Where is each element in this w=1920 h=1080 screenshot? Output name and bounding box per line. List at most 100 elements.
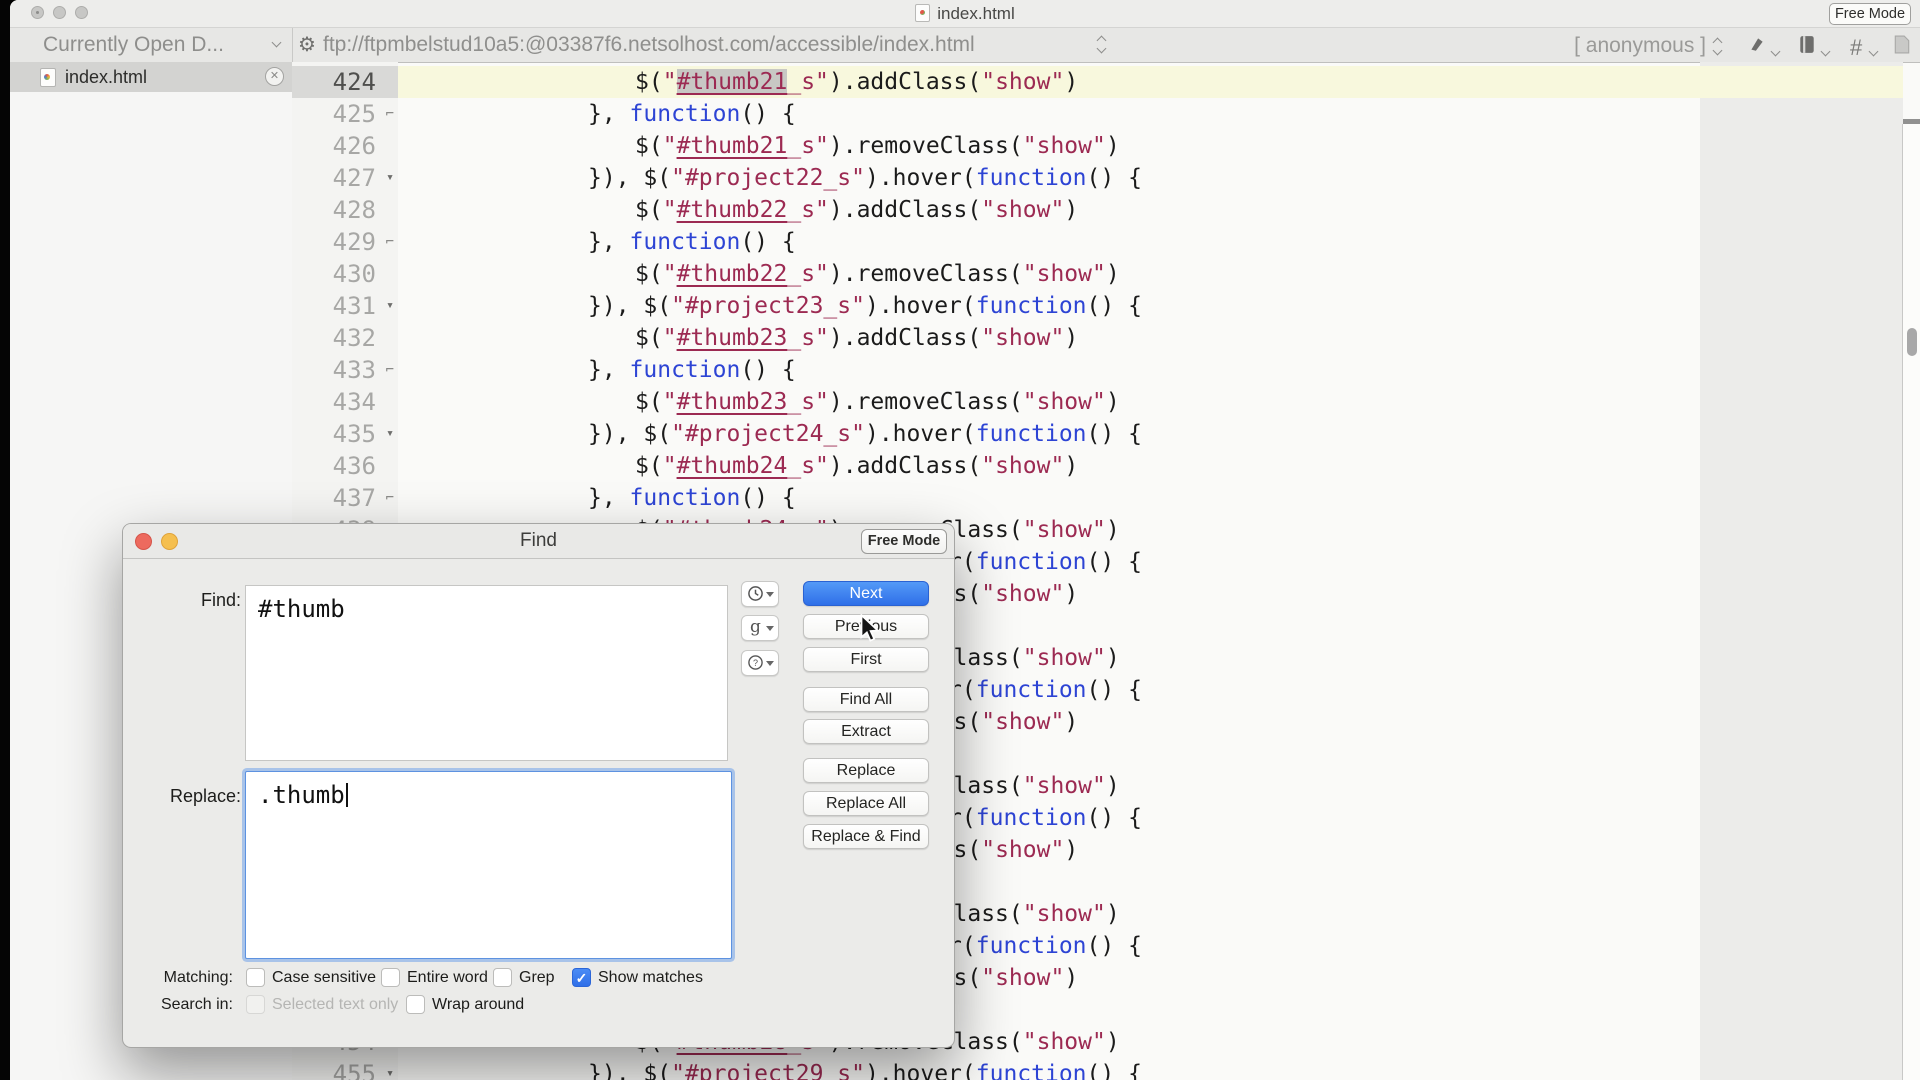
chevron-down-icon[interactable] bbox=[1822, 42, 1829, 60]
line-number: 429⌐ bbox=[292, 226, 398, 258]
wrap-around-label: Wrap around bbox=[432, 996, 524, 1014]
entire-word-label: Entire word bbox=[407, 969, 488, 987]
pages-icon[interactable] bbox=[1798, 35, 1816, 59]
code-line[interactable]: }, function() { bbox=[398, 354, 1903, 386]
mouse-cursor bbox=[856, 614, 882, 644]
fold-end-icon[interactable]: ⌐ bbox=[386, 226, 394, 258]
first-button[interactable]: First bbox=[803, 647, 929, 672]
wrap-around-checkbox[interactable] bbox=[406, 995, 425, 1014]
line-number: 424 bbox=[292, 66, 398, 98]
extract-button[interactable]: Extract bbox=[803, 719, 929, 744]
next-button[interactable]: Next bbox=[803, 581, 929, 606]
line-number: 428 bbox=[292, 194, 398, 226]
line-number: 432 bbox=[292, 322, 398, 354]
path-popup-icon[interactable] bbox=[1098, 36, 1110, 53]
sidebar-header-label: Currently Open D... bbox=[43, 33, 224, 57]
search-history-button[interactable] bbox=[741, 581, 779, 607]
chevron-down-icon[interactable] bbox=[1772, 42, 1779, 60]
fold-end-icon[interactable]: ⌐ bbox=[386, 482, 394, 514]
account-popup-icon[interactable] bbox=[1714, 37, 1721, 56]
selected-text-only-label: Selected text only bbox=[272, 996, 398, 1014]
free-mode-badge[interactable]: Free Mode bbox=[861, 529, 947, 554]
grep-label: Grep bbox=[519, 969, 555, 987]
text-caret bbox=[346, 783, 348, 807]
line-number: 434 bbox=[292, 386, 398, 418]
fold-triangle-icon[interactable]: ▾ bbox=[386, 162, 394, 194]
fold-end-icon[interactable]: ⌐ bbox=[386, 354, 394, 386]
line-number: 427▾ bbox=[292, 162, 398, 194]
code-line[interactable]: $("#thumb23_s").removeClass("show") bbox=[398, 386, 1903, 418]
chevron-down-icon[interactable] bbox=[1870, 42, 1877, 60]
replace-button[interactable]: Replace bbox=[803, 758, 929, 783]
window-titlebar: index.html Free Mode bbox=[10, 0, 1920, 28]
matching-label: Matching: bbox=[143, 969, 233, 987]
show-matches-label: Show matches bbox=[598, 969, 703, 987]
replace-and-find-button[interactable]: Replace & Find bbox=[803, 824, 929, 849]
document-path[interactable]: ftp://ftpmbelstud10a5:@03387f6.netsolhos… bbox=[323, 33, 975, 57]
fold-end-icon[interactable]: ⌐ bbox=[386, 98, 394, 130]
line-number: 431▾ bbox=[292, 290, 398, 322]
free-mode-badge[interactable]: Free Mode bbox=[1829, 3, 1911, 25]
code-line[interactable]: }, function() { bbox=[398, 226, 1903, 258]
code-line[interactable]: }), $("#project29_s").hover(function() { bbox=[398, 1058, 1903, 1080]
toolbar: Currently Open D... ⚙ ftp://ftpmbelstud1… bbox=[10, 28, 1920, 63]
gear-icon[interactable]: ⚙ bbox=[298, 32, 316, 57]
grep-icon: g bbox=[747, 619, 764, 636]
code-line[interactable]: $("#thumb24_s").addClass("show") bbox=[398, 450, 1903, 482]
code-line[interactable]: }, function() { bbox=[398, 98, 1903, 130]
fold-triangle-icon[interactable]: ▾ bbox=[386, 1058, 394, 1080]
help-patterns-button[interactable]: ? bbox=[741, 650, 779, 676]
sidebar-header-dropdown[interactable]: Currently Open D... bbox=[10, 28, 293, 62]
code-line[interactable]: $("#thumb21_s").addClass("show") bbox=[398, 66, 1903, 98]
code-line[interactable]: }), $("#project24_s").hover(function() { bbox=[398, 418, 1903, 450]
find-all-button[interactable]: Find All bbox=[803, 687, 929, 712]
find-dialog-titlebar[interactable]: Find Free Mode bbox=[123, 524, 954, 559]
replace-all-button[interactable]: Replace All bbox=[803, 791, 929, 816]
code-line[interactable]: $("#thumb22_s").addClass("show") bbox=[398, 194, 1903, 226]
find-field-label: Find: bbox=[153, 590, 241, 611]
line-number: 435▾ bbox=[292, 418, 398, 450]
code-line[interactable]: }, function() { bbox=[398, 482, 1903, 514]
code-line[interactable]: }), $("#project23_s").hover(function() { bbox=[398, 290, 1903, 322]
code-line[interactable]: }), $("#project22_s").hover(function() { bbox=[398, 162, 1903, 194]
fold-triangle-icon[interactable]: ▾ bbox=[386, 418, 394, 450]
clock-icon bbox=[747, 585, 764, 602]
find-dialog: Find Free Mode Find: #thumb Replace: .th… bbox=[122, 523, 955, 1048]
search-in-label: Search in: bbox=[143, 996, 233, 1014]
marker-icon[interactable] bbox=[1748, 35, 1766, 58]
line-number: 425⌐ bbox=[292, 98, 398, 130]
chevron-down-icon bbox=[272, 38, 282, 48]
sidebar-item-index-html[interactable]: index.html ✕ bbox=[10, 62, 292, 92]
case-sensitive-checkbox[interactable] bbox=[246, 968, 265, 987]
line-number: 455▾ bbox=[292, 1058, 398, 1080]
svg-text:?: ? bbox=[753, 658, 758, 668]
line-number: 436 bbox=[292, 450, 398, 482]
selected-text-only-checkbox bbox=[246, 995, 265, 1014]
document-icon[interactable] bbox=[1894, 35, 1910, 59]
close-file-icon[interactable]: ✕ bbox=[265, 67, 284, 86]
scrollbar-thumb[interactable] bbox=[1907, 328, 1917, 356]
entire-word-checkbox[interactable] bbox=[381, 968, 400, 987]
grep-patterns-button[interactable]: g bbox=[741, 615, 779, 641]
window-title: index.html bbox=[10, 4, 1920, 24]
code-line[interactable]: $("#thumb23_s").addClass("show") bbox=[398, 322, 1903, 354]
hash-icon[interactable]: # bbox=[1850, 35, 1862, 61]
replace-field-label: Replace: bbox=[153, 786, 241, 807]
fold-triangle-icon[interactable]: ▾ bbox=[386, 290, 394, 322]
vertical-scrollbar[interactable] bbox=[1903, 124, 1920, 1080]
code-line[interactable]: $("#thumb21_s").removeClass("show") bbox=[398, 130, 1903, 162]
case-sensitive-label: Case sensitive bbox=[272, 969, 376, 987]
html-file-icon bbox=[40, 68, 56, 87]
account-selector[interactable]: [ anonymous ] bbox=[1540, 34, 1706, 58]
line-number: 433⌐ bbox=[292, 354, 398, 386]
code-line[interactable]: $("#thumb22_s").removeClass("show") bbox=[398, 258, 1903, 290]
document-icon bbox=[915, 4, 930, 22]
show-matches-checkbox[interactable]: ✓ bbox=[572, 968, 591, 987]
find-input[interactable]: #thumb bbox=[245, 585, 728, 761]
line-number: 426 bbox=[292, 130, 398, 162]
desktop-background bbox=[0, 0, 10, 1080]
line-number: 430 bbox=[292, 258, 398, 290]
find-dialog-title: Find bbox=[123, 530, 954, 552]
grep-checkbox[interactable] bbox=[493, 968, 512, 987]
replace-input[interactable]: .thumb bbox=[245, 771, 732, 959]
